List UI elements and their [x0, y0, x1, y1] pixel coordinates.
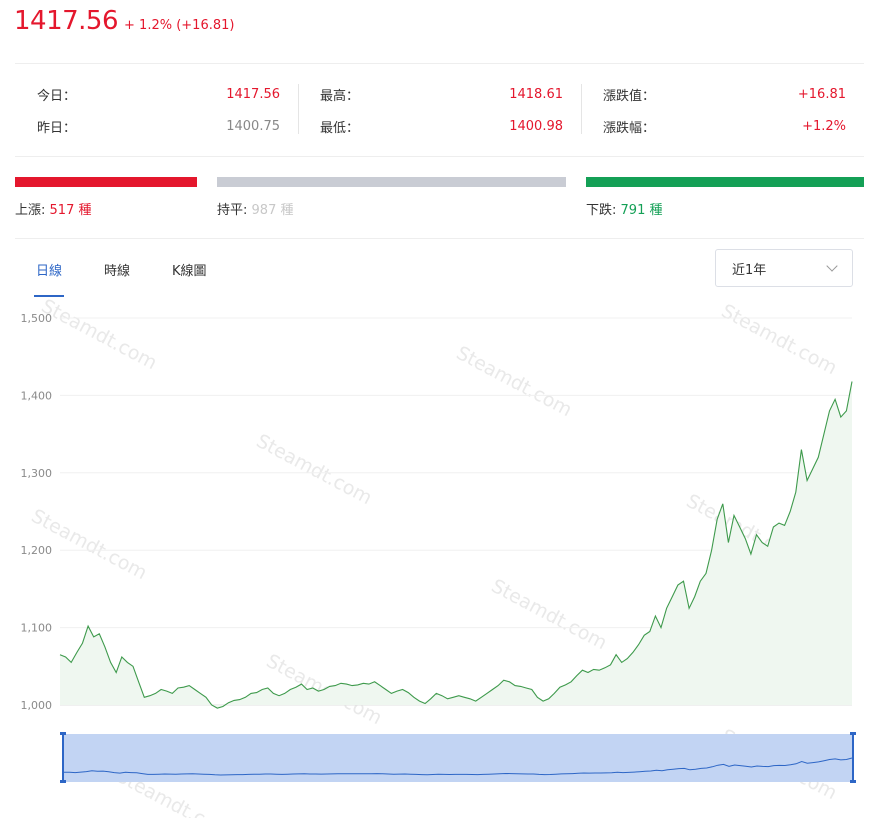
tab-kline[interactable]: K線圖 [172, 260, 207, 279]
stat-row-high: 最高： 1418.61 [320, 78, 563, 110]
stat-label-yesterday: 昨日： [37, 120, 77, 136]
y-tick-label-5: 1,500 [21, 312, 53, 325]
price-area [60, 381, 852, 709]
stat-value-today: 1417.56 [226, 86, 280, 102]
slider-handle-left[interactable] [62, 734, 64, 782]
price-chart[interactable]: Steamdt.com Steamdt.com Steamdt.com Steamdt… [0, 295, 878, 818]
range-select-value: 近1年 [732, 262, 767, 278]
breadth-up-count: 517 種 [49, 203, 92, 218]
price-headline: 1417.56 + 1.2% (+16.81) [14, 6, 234, 36]
stat-label-today: 今日： [37, 88, 77, 104]
breadth-bar-down [586, 177, 864, 187]
breadth-bar-up [15, 177, 197, 187]
y-tick-label-4: 1,400 [21, 389, 53, 402]
stat-row-today: 今日： 1417.56 [37, 78, 280, 110]
breadth-down-count: 791 種 [620, 203, 663, 218]
stats-col-today: 今日： 1417.56 昨日： 1400.75 [15, 78, 298, 142]
watermark-text-5: Steamdt.com [488, 575, 611, 654]
breadth-label-up: 上漲: 517 種 [15, 199, 91, 218]
breadth-down-label: 下跌: [586, 203, 617, 218]
breadth-flat-count: 987 種 [251, 203, 294, 218]
slider-handle-left-top [60, 732, 66, 735]
stat-row-change-pct: 漲跌幅： +1.2% [603, 110, 846, 142]
stat-label-high: 最高： [320, 88, 360, 104]
y-tick-label-3: 1,300 [21, 467, 53, 480]
slider-handle-right-bottom [850, 780, 856, 783]
stat-label-change-pct: 漲跌幅： [603, 120, 656, 136]
stat-row-change-value: 漲跌值： +16.81 [603, 78, 846, 110]
watermark-text-7: Steamdt.com [718, 300, 841, 379]
stat-label-change-value: 漲跌值： [603, 88, 656, 104]
divider-breadth [15, 238, 864, 239]
divider-stats [15, 156, 864, 157]
tab-daily[interactable]: 日線 [36, 260, 62, 279]
stats-panel: 今日： 1417.56 昨日： 1400.75 最高： 1418.61 最低： … [15, 78, 864, 142]
stat-value-low: 1400.98 [509, 118, 563, 134]
stat-label-low: 最低： [320, 120, 360, 136]
stat-value-high: 1418.61 [509, 86, 563, 102]
breadth-label-flat: 持平: 987 種 [217, 199, 293, 218]
breadth-flat-label: 持平: [217, 203, 248, 218]
watermark-text-2: Steamdt.com [253, 430, 376, 509]
stats-col-high-low: 最高： 1418.61 最低： 1400.98 [298, 78, 581, 142]
stat-value-change-value: +16.81 [797, 86, 846, 102]
breadth-label-down: 下跌: 791 種 [586, 199, 662, 218]
breadth-up-label: 上漲: [15, 203, 46, 218]
divider-top [15, 63, 864, 64]
range-select[interactable]: 近1年 [715, 249, 853, 287]
slider-handle-right[interactable] [852, 734, 854, 782]
stats-col-change: 漲跌值： +16.81 漲跌幅： +1.2% [581, 78, 864, 142]
stat-value-change-pct: +1.2% [802, 118, 846, 134]
watermark-text-1: Steamdt.com [453, 342, 576, 421]
stat-row-yesterday: 昨日： 1400.75 [37, 110, 280, 142]
breadth-bar-flat [217, 177, 566, 187]
chevron-down-icon [826, 260, 838, 272]
stat-row-low: 最低： 1400.98 [320, 110, 563, 142]
stat-value-yesterday: 1400.75 [226, 118, 280, 134]
y-tick-label-2: 1,200 [21, 544, 53, 557]
slider-handle-left-bottom [60, 780, 66, 783]
y-tick-label-1: 1,100 [21, 622, 53, 635]
range-slider [60, 732, 856, 783]
y-tick-label-0: 1,000 [21, 699, 53, 712]
slider-handle-right-top [850, 732, 856, 735]
current-price: 1417.56 [14, 6, 119, 36]
price-change: + 1.2% (+16.81) [124, 18, 235, 33]
tab-hourly[interactable]: 時線 [104, 260, 130, 279]
watermark-text-0: Steamdt.com [38, 295, 161, 374]
